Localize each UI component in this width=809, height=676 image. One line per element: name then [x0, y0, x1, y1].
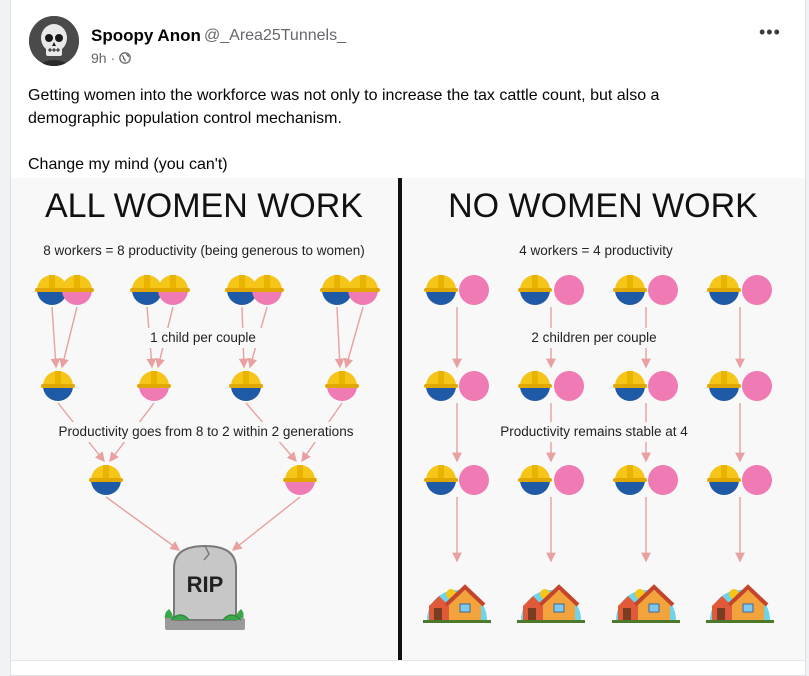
right-title: NO WOMEN WORK	[448, 187, 758, 225]
skull-avatar-icon	[29, 16, 79, 66]
post-text-line: demographic population control mechanism…	[28, 110, 342, 127]
pink-circle-icon	[459, 371, 489, 401]
left-children-label: 1 child per couple	[150, 330, 256, 345]
author-handle[interactable]: @_Area25Tunnels_	[204, 27, 346, 45]
pink-circle-icon	[742, 275, 772, 305]
right-children-label: 2 children per couple	[531, 330, 656, 345]
pink-circle-icon	[742, 371, 772, 401]
right-result-label: Productivity remains stable at 4	[500, 424, 688, 439]
post-meta: 9h ·	[91, 50, 132, 66]
author-avatar[interactable]	[29, 16, 79, 66]
left-subtitle: 8 workers = 8 productivity (being genero…	[43, 243, 365, 258]
post-text-spacer	[28, 130, 788, 153]
pink-circle-icon	[459, 465, 489, 495]
post-image[interactable]: ALL WOMEN WORK NO WOMEN WORK 8 workers =…	[11, 178, 805, 660]
post-text-line: Change my mind (you can't)	[28, 156, 228, 173]
tombstone-icon: RIP	[164, 544, 245, 630]
pink-circle-icon	[459, 275, 489, 305]
pink-circle-icon	[648, 371, 678, 401]
infographic: ALL WOMEN WORK NO WOMEN WORK 8 workers =…	[11, 178, 805, 660]
post-card: Spoopy Anon @_Area25Tunnels_ 9h · ••• Ge…	[10, 0, 806, 676]
left-title: ALL WOMEN WORK	[45, 187, 363, 225]
pink-circle-icon	[554, 371, 584, 401]
globe-icon	[119, 52, 132, 64]
post-text: Getting women into the workforce was not…	[28, 84, 788, 176]
post-footer-strip	[11, 660, 805, 675]
tombstone-text: RIP	[187, 572, 224, 597]
more-options-button[interactable]: •••	[759, 22, 781, 43]
pink-circle-icon	[648, 275, 678, 305]
post-text-line: Getting women into the workforce was not…	[28, 87, 660, 104]
pink-circle-icon	[648, 465, 678, 495]
meta-separator: ·	[110, 50, 116, 66]
pink-circle-icon	[554, 465, 584, 495]
post-time[interactable]: 9h	[91, 50, 107, 66]
author-name[interactable]: Spoopy Anon	[91, 26, 201, 46]
right-subtitle: 4 workers = 4 productivity	[519, 243, 673, 258]
pink-circle-icon	[554, 275, 584, 305]
left-result-label: Productivity goes from 8 to 2 within 2 g…	[59, 424, 354, 439]
pink-circle-icon	[742, 465, 772, 495]
